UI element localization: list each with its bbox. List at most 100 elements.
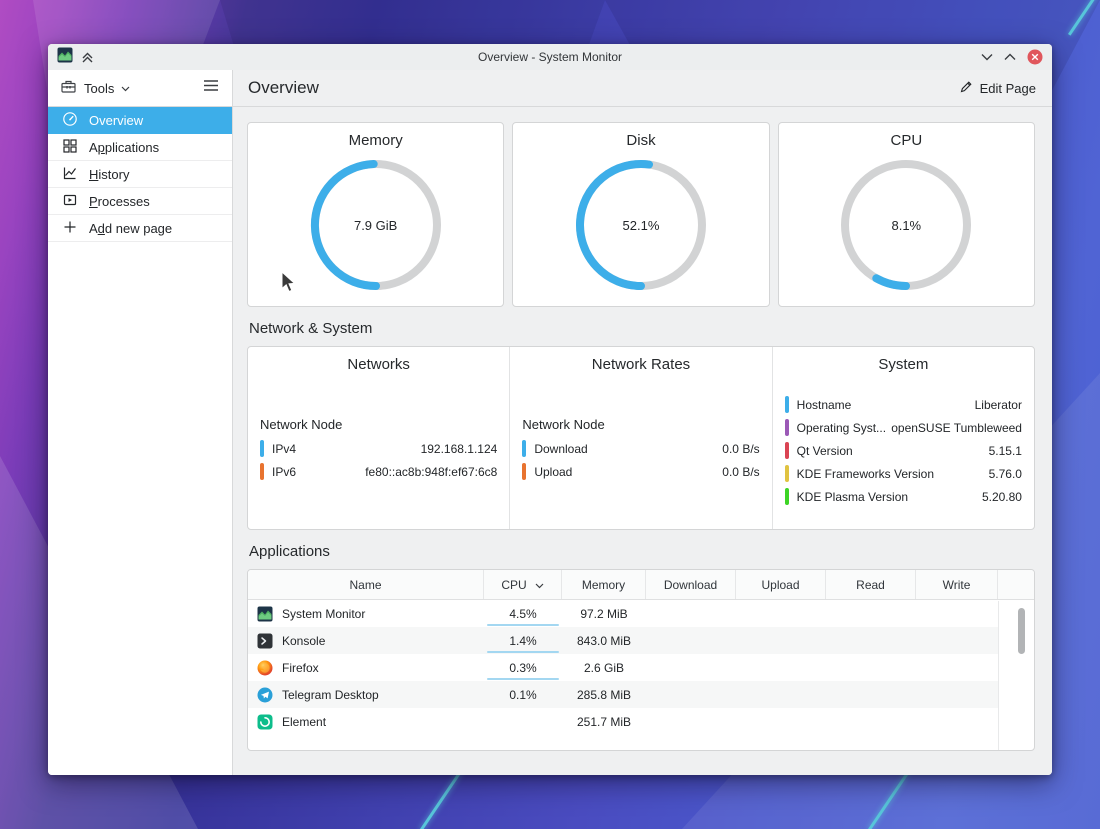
- sensor-color-bar: [785, 488, 789, 505]
- circular-gauge: 7.9 GiB: [306, 155, 446, 295]
- column-header-name[interactable]: Name: [248, 570, 484, 599]
- system-monitor-window: Overview - System Monitor Tools Overview: [48, 44, 1052, 775]
- sensor-row: Hostname Liberator: [785, 393, 1022, 416]
- info-rows: IPv4 192.168.1.124 IPv6 fe80::ac8b:948f:…: [260, 437, 497, 483]
- pencil-icon: [959, 80, 973, 97]
- overview-page: Memory 7.9 GiB Disk 52.1% CPU 8.1%: [233, 107, 1052, 775]
- main-area: Overview Edit Page Memory 7.9 GiB Disk: [233, 70, 1052, 775]
- info-column-networks: Networks Network Node IPv4 192.168.1.124…: [248, 347, 509, 529]
- sensor-label: IPv6: [272, 465, 359, 479]
- plus-icon: [62, 219, 78, 238]
- sensor-value: 5.76.0: [989, 467, 1022, 481]
- cell-cpu: 0.3%: [484, 654, 562, 681]
- titlebar[interactable]: Overview - System Monitor: [48, 44, 1052, 70]
- info-group-header: Network Node: [260, 417, 497, 432]
- table-row[interactable]: Element 251.7 MiB: [248, 708, 998, 735]
- column-header-read[interactable]: Read: [826, 570, 916, 599]
- page-header: Overview Edit Page: [233, 70, 1052, 107]
- table-scrollbar-thumb[interactable]: [1018, 608, 1025, 654]
- gauge-value-label: 52.1%: [571, 155, 711, 295]
- close-button[interactable]: [1027, 49, 1043, 65]
- edit-page-label: Edit Page: [980, 81, 1036, 96]
- sensor-label: Upload: [534, 465, 716, 479]
- app-name: Element: [282, 715, 326, 729]
- column-header-memory[interactable]: Memory: [562, 570, 646, 599]
- gauge-title: Memory: [248, 132, 503, 149]
- cell-memory: 251.7 MiB: [562, 715, 646, 729]
- sidebar-item-history[interactable]: History: [48, 161, 232, 188]
- column-header-write[interactable]: Write: [916, 570, 998, 599]
- table-row[interactable]: System Monitor 4.5% 97.2 MiB: [248, 600, 998, 627]
- history-chart-icon: [62, 165, 78, 184]
- sensor-label: IPv4: [272, 442, 415, 456]
- app-name: Konsole: [282, 634, 325, 648]
- element-icon: [257, 714, 273, 730]
- info-group-header: Network Node: [522, 417, 759, 432]
- sidebar-item-overview[interactable]: Overview: [48, 107, 232, 134]
- sidebar-item-label: Overview: [89, 113, 143, 128]
- info-column-title: Networks: [260, 356, 497, 373]
- table-scrollbar-track[interactable]: [998, 601, 1034, 750]
- sidebar-item-label: Processes: [89, 194, 150, 209]
- column-header-upload[interactable]: Upload: [736, 570, 826, 599]
- network-system-section-label: Network & System: [249, 320, 1035, 337]
- column-header-download[interactable]: Download: [646, 570, 736, 599]
- sidebar-toolbar: Tools: [48, 70, 232, 107]
- hamburger-menu-icon[interactable]: [203, 79, 219, 97]
- column-header-spacer: [998, 570, 1034, 599]
- info-column-title: Network Rates: [522, 356, 759, 373]
- toolbox-icon: [61, 79, 76, 98]
- chevron-down-icon[interactable]: [121, 79, 130, 97]
- sensor-color-bar: [785, 442, 789, 459]
- mouse-cursor: [281, 271, 297, 299]
- sidebar-item-applications[interactable]: Applications: [48, 134, 232, 161]
- cell-name: System Monitor: [248, 606, 484, 622]
- sensor-row: Qt Version 5.15.1: [785, 439, 1022, 462]
- gauge-title: CPU: [779, 132, 1034, 149]
- sensor-label: Qt Version: [797, 444, 983, 458]
- sidebar-item-processes[interactable]: Processes: [48, 188, 232, 215]
- page-title: Overview: [248, 78, 319, 98]
- cell-cpu: 1.4%: [484, 627, 562, 654]
- gauge-title: Disk: [513, 132, 768, 149]
- sidebar-items: Overview Applications History Processes …: [48, 107, 232, 242]
- sidebar-item-label: History: [89, 167, 129, 182]
- window-title: Overview - System Monitor: [48, 44, 1052, 70]
- system-monitor-icon: [257, 606, 273, 622]
- table-row[interactable]: Telegram Desktop 0.1% 285.8 MiB: [248, 681, 998, 708]
- sensor-row: Download 0.0 B/s: [522, 437, 759, 460]
- applications-table: NameCPUMemoryDownloadUploadReadWrite Sys…: [247, 569, 1035, 751]
- sensor-color-bar: [522, 463, 526, 480]
- sensor-label: Operating Syst...: [797, 421, 886, 435]
- sensor-value: 5.15.1: [989, 444, 1022, 458]
- sensor-value: 0.0 B/s: [722, 465, 759, 479]
- app-name: Firefox: [282, 661, 319, 675]
- cell-memory: 285.8 MiB: [562, 688, 646, 702]
- sidebar-item-add-new-page[interactable]: Add new page: [48, 215, 232, 242]
- table-row[interactable]: Konsole 1.4% 843.0 MiB: [248, 627, 998, 654]
- sensor-row: IPv4 192.168.1.124: [260, 437, 497, 460]
- grid-icon: [62, 138, 78, 157]
- sensor-value: 5.20.80: [982, 490, 1022, 504]
- sensor-row: IPv6 fe80::ac8b:948f:ef67:6c8: [260, 460, 497, 483]
- edit-page-button[interactable]: Edit Page: [959, 80, 1036, 97]
- sensor-label: KDE Plasma Version: [797, 490, 976, 504]
- sensor-value: 0.0 B/s: [722, 442, 759, 456]
- table-row[interactable]: Firefox 0.3% 2.6 GiB: [248, 654, 998, 681]
- minimize-button[interactable]: [981, 53, 993, 61]
- column-header-cpu[interactable]: CPU: [484, 570, 562, 599]
- sensor-value: openSUSE Tumbleweed: [891, 421, 1022, 435]
- maximize-button[interactable]: [1004, 53, 1016, 61]
- cell-name: Element: [248, 714, 484, 730]
- cell-memory: 97.2 MiB: [562, 607, 646, 621]
- desktop-wallpaper: Overview - System Monitor Tools Overview: [0, 0, 1100, 829]
- sensor-row: Operating Syst... openSUSE Tumbleweed: [785, 416, 1022, 439]
- tools-menu-button[interactable]: Tools: [84, 81, 114, 96]
- sort-chevron-down-icon: [535, 578, 544, 592]
- sidebar-item-label: Applications: [89, 140, 159, 155]
- sensor-color-bar: [785, 396, 789, 413]
- sidebar-item-label: Add new page: [89, 221, 172, 236]
- cell-name: Konsole: [248, 633, 484, 649]
- processes-icon: [62, 192, 78, 211]
- gauge-value-label: 8.1%: [836, 155, 976, 295]
